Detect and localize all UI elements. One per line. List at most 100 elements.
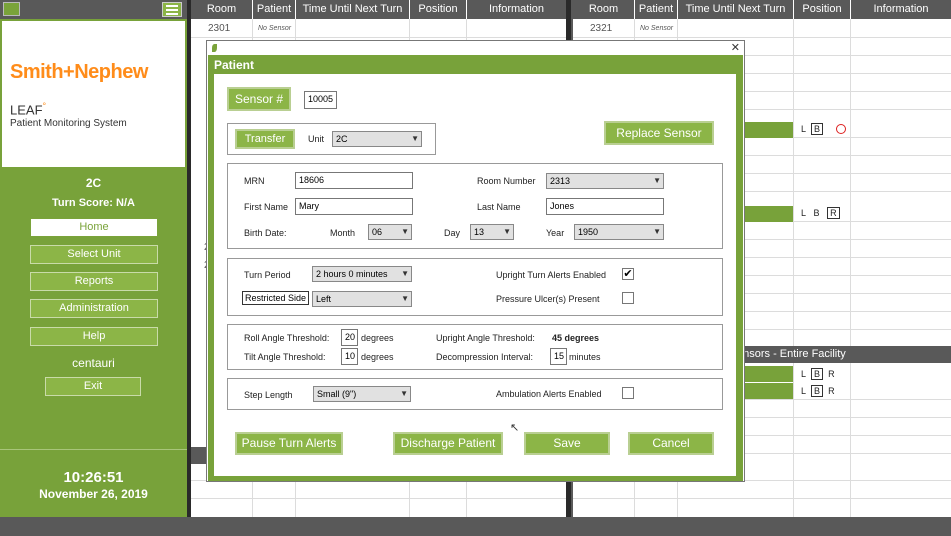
room-number-cell[interactable]: 2301 (208, 23, 230, 34)
patient-info-group: MRN 18606 Room Number 2313 ▼ First Name M… (227, 163, 723, 249)
clock-time: 10:26:51 (63, 469, 124, 486)
hamburger-menu-icon[interactable] (162, 2, 182, 17)
position-indicator[interactable]: L B R (801, 385, 835, 397)
dialog-titlebar: ✕ (207, 41, 744, 55)
last-name-label: Last Name (477, 202, 521, 212)
turn-period-select[interactable]: 2 hours 0 minutes ▼ (312, 266, 412, 282)
pressure-ulcer-label: Pressure Ulcer(s) Present (496, 294, 600, 304)
cancel-button[interactable]: Cancel (628, 432, 714, 455)
chevron-down-icon: ▼ (401, 294, 409, 303)
turn-settings-group: Turn Period 2 hours 0 minutes ▼ Upright T… (227, 258, 723, 316)
product-subtitle: Patient Monitoring System (10, 118, 127, 129)
unit-select[interactable]: 2C ▼ (332, 131, 422, 147)
upright-angle-value: 45 degrees (552, 333, 600, 343)
position-left: L (801, 369, 807, 379)
birth-date-label: Birth Date: (244, 228, 287, 238)
chevron-down-icon: ▼ (503, 227, 511, 236)
month-select[interactable]: 06 ▼ (368, 224, 412, 240)
chevron-down-icon: ▼ (401, 227, 409, 236)
sidebar-divider (187, 0, 191, 518)
unit-label: Unit (308, 134, 325, 144)
day-select[interactable]: 13 ▼ (470, 224, 514, 240)
header-patient[interactable]: Patient (634, 0, 677, 19)
brand-logo: Smith+Nephew (10, 61, 148, 83)
header-position[interactable]: Position (409, 0, 466, 19)
discharge-patient-button[interactable]: Discharge Patient (393, 432, 503, 455)
month-label: Month (330, 228, 356, 238)
product-name: LEAF° (10, 101, 47, 118)
transfer-group: Transfer Unit 2C ▼ (227, 123, 436, 155)
position-left: L (801, 124, 807, 134)
patient-form: Sensor # 10005 Transfer Unit 2C ▼ Replace… (214, 74, 736, 476)
position-right: R (828, 369, 835, 379)
decompression-interval-label: Decompression Interval: (436, 352, 534, 362)
nav-help-button[interactable]: Help (30, 327, 158, 346)
nav-select-unit-button[interactable]: Select Unit (30, 245, 158, 264)
unit-title: 2C (85, 176, 102, 190)
degrees-label: degrees (361, 352, 394, 362)
chevron-down-icon: ▼ (411, 134, 419, 143)
bottom-bar (0, 517, 951, 536)
chevron-down-icon: ▼ (653, 176, 661, 185)
pause-turn-alerts-button[interactable]: Pause Turn Alerts (235, 432, 343, 455)
nav-administration-button[interactable]: Administration (30, 299, 158, 318)
save-button[interactable]: Save (524, 432, 610, 455)
room-number-label: Room Number (477, 176, 536, 186)
mouse-cursor-icon: ↖ (510, 422, 520, 434)
ambulation-group: Step Length Small (9") ▼ Ambulation Alert… (227, 378, 723, 410)
header-time-until-next-turn[interactable]: Time Until Next Turn (677, 0, 793, 19)
exit-button[interactable]: Exit (45, 377, 141, 396)
header-room[interactable]: Room (191, 0, 252, 19)
pressure-ulcer-checkbox[interactable] (622, 292, 634, 304)
nav-reports-button[interactable]: Reports (30, 272, 158, 291)
header-time-until-next-turn[interactable]: Time Until Next Turn (295, 0, 409, 19)
step-length-select[interactable]: Small (9") ▼ (313, 386, 411, 402)
position-back: B (811, 385, 824, 397)
upright-turn-alerts-checkbox[interactable]: ✔ (622, 268, 634, 280)
leaf-icon (212, 44, 217, 52)
header-position[interactable]: Position (793, 0, 850, 19)
patient-cell[interactable]: No Sensor (258, 25, 291, 32)
year-select[interactable]: 1950 ▼ (574, 224, 664, 240)
position-right: R (828, 386, 835, 396)
last-name-field[interactable]: Jones (546, 198, 664, 215)
room-number-select[interactable]: 2313 ▼ (546, 173, 664, 189)
header-information[interactable]: Information (466, 0, 566, 19)
window-icon[interactable] (3, 2, 20, 16)
minutes-label: minutes (569, 352, 601, 362)
close-icon[interactable]: ✕ (731, 41, 740, 54)
position-back: B (811, 368, 824, 380)
nav-home-button[interactable]: Home (30, 218, 158, 237)
first-name-field[interactable]: Mary (295, 198, 413, 215)
position-right: R (827, 207, 840, 219)
chevron-down-icon: ▼ (653, 227, 661, 236)
mrn-field[interactable]: 18606 (295, 172, 413, 189)
patient-dialog: ✕ Patient Sensor # 10005 Transfer Unit 2… (206, 40, 745, 482)
decompression-interval-field[interactable]: 15 (550, 348, 567, 365)
position-indicator[interactable]: L B (801, 123, 824, 135)
position-indicator[interactable]: L B R (801, 207, 840, 219)
roll-angle-field[interactable]: 20 (341, 329, 358, 346)
sensor-button[interactable]: Sensor # (227, 87, 291, 111)
header-room[interactable]: Room (573, 0, 634, 19)
restricted-side-label: Restricted Side (242, 291, 310, 305)
header-information[interactable]: Information (850, 0, 951, 19)
restricted-side-select[interactable]: Left ▼ (312, 291, 412, 307)
ambulation-alerts-checkbox[interactable] (622, 387, 634, 399)
clock-date: November 26, 2019 (39, 487, 148, 501)
position-indicator[interactable]: L B R (801, 368, 835, 380)
replace-sensor-button[interactable]: Replace Sensor (604, 121, 714, 145)
ambulation-alerts-label: Ambulation Alerts Enabled (496, 389, 602, 399)
step-length-label: Step Length (244, 390, 293, 400)
header-patient[interactable]: Patient (252, 0, 295, 19)
patient-cell[interactable]: No Sensor (640, 25, 673, 32)
position-left: L (801, 208, 807, 218)
transfer-button[interactable]: Transfer (235, 129, 295, 149)
upright-turn-alerts-label: Upright Turn Alerts Enabled (496, 270, 607, 280)
room-number-cell[interactable]: 2321 (590, 23, 612, 34)
tilt-angle-field[interactable]: 10 (341, 348, 358, 365)
sensor-number-field[interactable]: 10005 (304, 91, 337, 109)
dialog-title: Patient (214, 58, 255, 72)
turn-score: Turn Score: N/A (52, 197, 135, 209)
position-back: B (813, 208, 820, 218)
